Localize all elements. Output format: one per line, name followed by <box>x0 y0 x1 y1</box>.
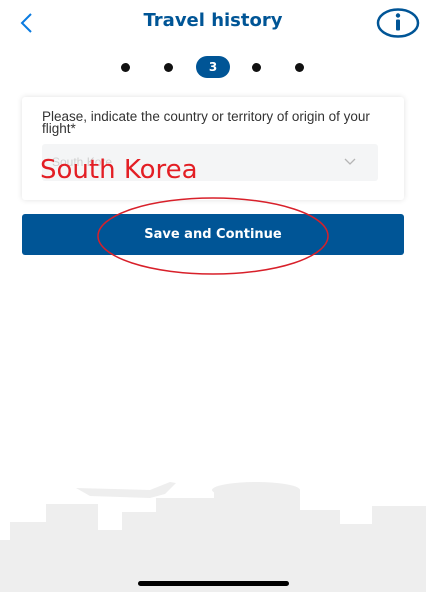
country-question-label: Please, indicate the country or territor… <box>42 109 370 136</box>
annotation-typed-text: South Korea <box>40 155 198 185</box>
step-current: 3 <box>196 56 230 78</box>
header: Travel history <box>0 0 426 48</box>
airplane-icon <box>76 482 176 498</box>
page-title: Travel history <box>143 10 283 31</box>
chevron-down-icon <box>344 158 356 165</box>
step-dot <box>164 63 173 72</box>
step-dot <box>295 63 304 72</box>
info-button[interactable] <box>376 7 420 39</box>
home-indicator[interactable] <box>138 581 289 586</box>
progress-stepper: 3 <box>0 54 426 80</box>
info-icon <box>376 8 420 38</box>
step-dot <box>121 63 130 72</box>
save-and-continue-button[interactable]: Save and Continue <box>22 214 404 255</box>
step-dot <box>252 63 261 72</box>
city-skyline-illustration <box>0 482 426 592</box>
